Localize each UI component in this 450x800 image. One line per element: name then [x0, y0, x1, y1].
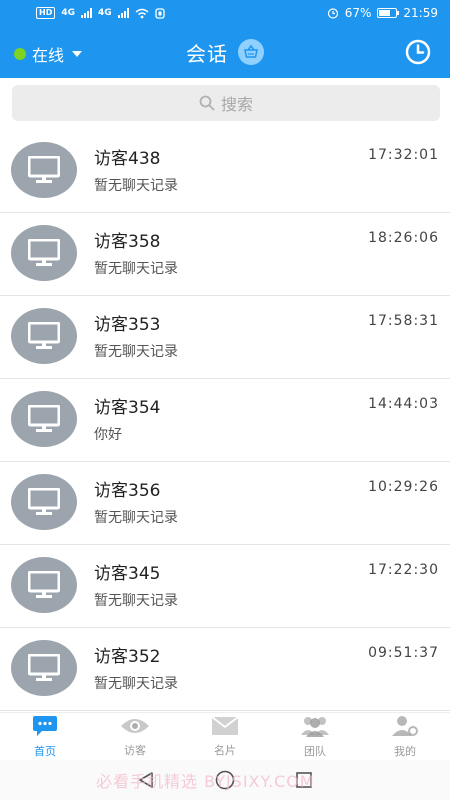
avatar: [11, 225, 77, 281]
bottom-nav: 首页 访客 名片 团队 我的: [0, 712, 450, 760]
message-preview: 暂无聊天记录: [94, 676, 178, 692]
nav-item-0[interactable]: 首页: [0, 713, 90, 760]
conversation-row[interactable]: 访客353 暂无聊天记录 17:58:31: [0, 296, 450, 379]
signal-icon: [117, 8, 129, 18]
page-title: 会话: [186, 41, 228, 66]
notification-icon: [155, 7, 165, 19]
online-dot-icon: [14, 48, 26, 60]
team-icon: [300, 715, 330, 740]
nav-item-1[interactable]: 访客: [90, 713, 180, 760]
message-preview: 暂无聊天记录: [94, 261, 178, 277]
message-time: 17:32:01: [368, 147, 439, 163]
message-time: 10:29:26: [368, 479, 439, 495]
monitor-icon: [28, 322, 60, 349]
message-time: 17:58:31: [368, 313, 439, 329]
nav-item-3[interactable]: 团队: [270, 713, 360, 760]
battery-percent: 67%: [344, 6, 372, 20]
message-preview: 你好: [94, 427, 122, 443]
visitor-name: 访客354: [94, 398, 161, 418]
conversation-row[interactable]: 访客354 你好 14:44:03: [0, 379, 450, 462]
search-placeholder: 搜索: [220, 95, 253, 114]
nav-label: 团队: [304, 744, 326, 758]
nav-label: 访客: [124, 743, 146, 757]
visitor-name: 访客356: [94, 481, 161, 501]
system-nav-bar: [0, 760, 450, 800]
message-preview: 暂无聊天记录: [94, 510, 178, 526]
conversation-row[interactable]: 访客352 暂无聊天记录 09:51:37: [0, 628, 450, 711]
status-left: HD 4G 4G: [36, 7, 165, 19]
visitor-name: 访客353: [94, 315, 161, 335]
monitor-icon: [28, 571, 60, 598]
nav-item-2[interactable]: 名片: [180, 713, 270, 760]
monitor-icon: [28, 488, 60, 515]
avatar: [11, 640, 77, 696]
status-right: 67% 21:59: [327, 6, 438, 20]
signal-2-label: 4G: [98, 8, 112, 18]
avatar: [11, 142, 77, 198]
basket-icon[interactable]: [238, 39, 264, 65]
message-time: 09:51:37: [368, 645, 439, 661]
clock-icon[interactable]: [404, 38, 432, 66]
message-preview: 暂无聊天记录: [94, 344, 178, 360]
message-time: 14:44:03: [368, 396, 439, 412]
message-preview: 暂无聊天记录: [94, 178, 178, 194]
conversation-row[interactable]: 访客356 暂无聊天记录 10:29:26: [0, 462, 450, 545]
visitor-name: 访客345: [94, 564, 161, 584]
visitor-name: 访客438: [94, 149, 161, 169]
caret-down-icon: [72, 51, 83, 57]
avatar: [11, 308, 77, 364]
chat-icon: [32, 715, 58, 740]
signal-icon: [81, 8, 92, 18]
envelope-icon: [211, 715, 239, 739]
nav-label: 名片: [214, 743, 236, 757]
online-status-dropdown[interactable]: 在线: [14, 42, 83, 66]
home-icon[interactable]: [215, 770, 235, 790]
title-wrap: 会话: [186, 38, 264, 67]
user-gear-icon: [391, 715, 419, 740]
hd-badge: HD: [36, 7, 56, 19]
app-header-area: HD 4G 4G 67% 21:59 在线 会话: [0, 0, 450, 78]
visitor-name: 访客358: [94, 232, 161, 252]
search-input[interactable]: 搜索: [12, 85, 440, 121]
message-preview: 暂无聊天记录: [94, 593, 178, 609]
search-icon: [199, 95, 215, 111]
message-time: 18:26:06: [368, 230, 439, 246]
alarm-icon: [327, 8, 338, 19]
status-bar: HD 4G 4G 67% 21:59: [0, 0, 450, 26]
recents-icon[interactable]: [295, 771, 313, 789]
avatar: [11, 474, 77, 530]
conversation-list: 访客438 暂无聊天记录 17:32:01 访客358 暂无聊天记录 18:26…: [0, 130, 450, 711]
eye-icon: [120, 716, 150, 739]
nav-item-4[interactable]: 我的: [360, 713, 450, 760]
signal-1-label: 4G: [61, 8, 75, 18]
battery-icon: [377, 8, 400, 18]
monitor-icon: [28, 405, 60, 432]
message-time: 17:22:30: [368, 562, 439, 578]
online-label: 在线: [32, 46, 65, 65]
visitor-name: 访客352: [94, 647, 161, 667]
nav-label: 我的: [394, 744, 416, 758]
back-icon[interactable]: [137, 771, 155, 789]
monitor-icon: [28, 239, 60, 266]
monitor-icon: [28, 156, 60, 183]
monitor-icon: [28, 654, 60, 681]
conversation-row[interactable]: 访客358 暂无聊天记录 18:26:06: [0, 213, 450, 296]
status-time: 21:59: [403, 6, 438, 20]
avatar: [11, 391, 77, 447]
avatar: [11, 557, 77, 613]
nav-label: 首页: [34, 744, 56, 758]
header: 在线 会话: [0, 26, 450, 78]
conversation-row[interactable]: 访客438 暂无聊天记录 17:32:01: [0, 130, 450, 213]
conversation-row[interactable]: 访客345 暂无聊天记录 17:22:30: [0, 545, 450, 628]
wifi-icon: [135, 8, 149, 18]
search-area: 搜索: [0, 78, 450, 130]
